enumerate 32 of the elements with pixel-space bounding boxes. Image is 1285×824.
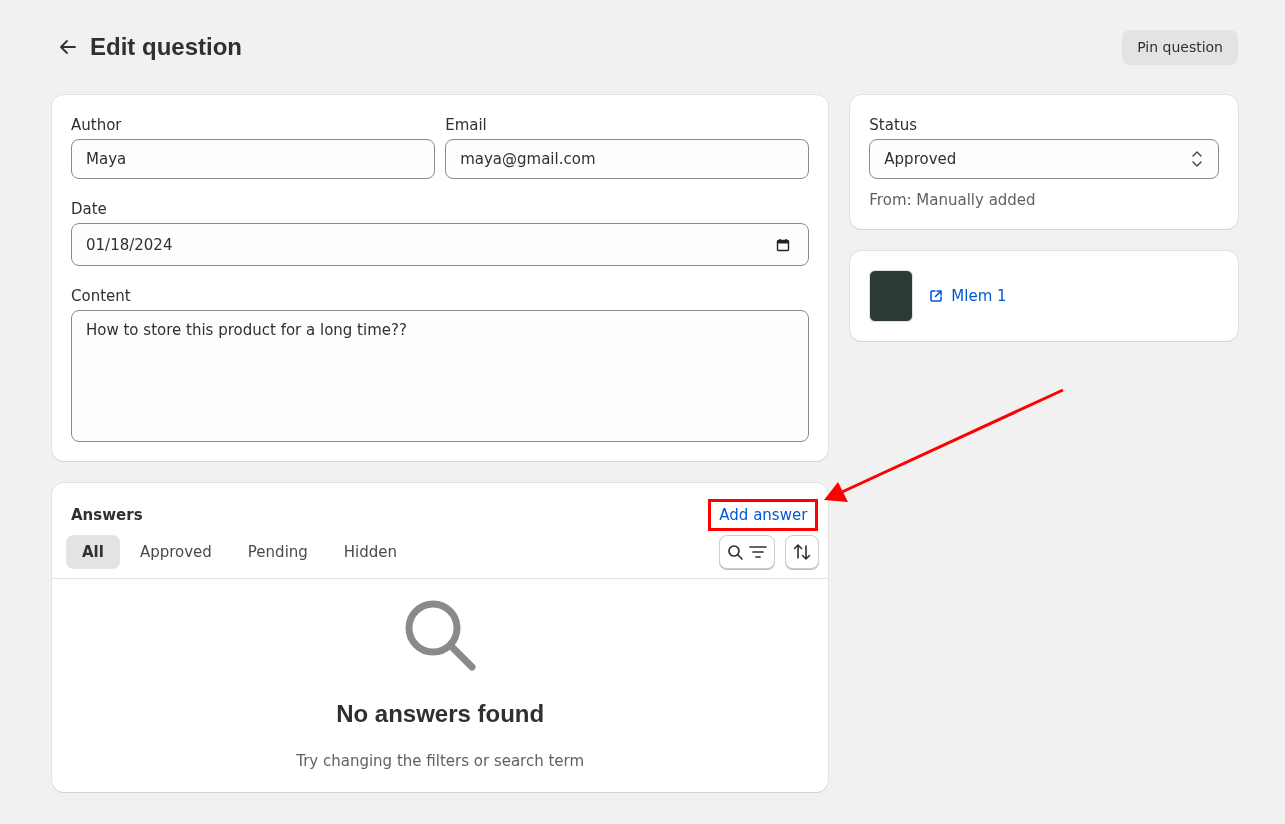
- filter-tab[interactable]: Hidden: [327, 535, 414, 569]
- field-label: Status: [869, 115, 919, 135]
- sort-button[interactable]: [785, 535, 820, 569]
- search-icon: [727, 544, 744, 560]
- status-select[interactable]: Approved: [869, 139, 1219, 179]
- chevron-icon: [1190, 150, 1204, 168]
- text-field[interactable]: Maya: [71, 139, 436, 179]
- sort-icon: [793, 543, 812, 561]
- date-field[interactable]: 01/18/2024: [71, 223, 810, 266]
- filter-tab[interactable]: Pending: [231, 535, 324, 569]
- page-title: Edit question: [90, 33, 242, 61]
- filter-tab[interactable]: Approved: [123, 535, 228, 569]
- empty-hint: Try changing the filters or search term: [296, 752, 585, 770]
- field-label: Email: [445, 115, 488, 135]
- content-field[interactable]: How to store this product for a long time??: [71, 310, 810, 442]
- filter-icon: [749, 544, 768, 560]
- field-label: Author: [71, 115, 123, 135]
- field-label: Content: [71, 286, 132, 306]
- empty-title: No answers found: [336, 700, 545, 728]
- section-title: Answers: [71, 506, 143, 524]
- back-arrow-icon[interactable]: [58, 37, 78, 57]
- search-filter-button[interactable]: [719, 535, 776, 569]
- status-source: From: Manually added: [869, 191, 1037, 209]
- pin-question-button[interactable]: Pin question: [1122, 29, 1238, 65]
- field-label: Date: [71, 199, 108, 219]
- add-answer-link[interactable]: Add answer: [708, 499, 819, 531]
- product-link[interactable]: Mlem 1: [929, 287, 1007, 305]
- external-link-icon: [929, 289, 944, 303]
- calendar-icon[interactable]: [776, 237, 791, 252]
- text-field[interactable]: maya@gmail.com: [445, 139, 810, 179]
- photo-placeholder: [869, 270, 914, 322]
- filter-tab[interactable]: All: [66, 535, 120, 569]
